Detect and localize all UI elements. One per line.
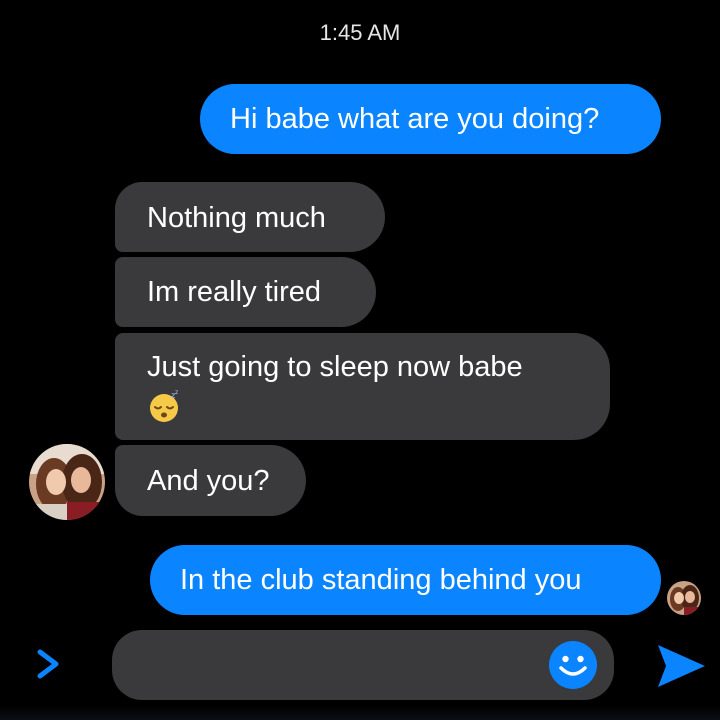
svg-text:z: z <box>175 390 178 396</box>
message-text: In the club standing behind you <box>180 564 582 596</box>
send-icon[interactable] <box>655 642 707 690</box>
sleeping-face-emoji-icon: z z <box>150 390 178 422</box>
bottom-bar-edge <box>0 706 720 720</box>
outgoing-message-bubble[interactable]: In the club standing behind you <box>150 545 661 615</box>
message-input[interactable] <box>112 630 614 700</box>
message-text: Im really tired <box>147 276 322 308</box>
message-text: Nothing much <box>147 202 326 234</box>
message-text: Hi babe what are you doing? <box>230 103 600 135</box>
message-text: Just going to sleep now babe <box>147 351 523 383</box>
read-receipt-avatar <box>667 581 701 615</box>
chevron-right-icon[interactable] <box>30 644 66 684</box>
incoming-message-bubble[interactable]: Im really tired <box>115 257 376 327</box>
read-receipt-photo <box>667 581 701 615</box>
incoming-message-bubble[interactable]: And you? <box>115 445 306 516</box>
avatar-photo <box>29 444 105 520</box>
message-timestamp: 1:45 AM <box>319 20 401 45</box>
incoming-message-bubble[interactable]: Nothing much <box>115 182 385 252</box>
smiley-icon[interactable] <box>548 640 598 690</box>
contact-avatar[interactable] <box>29 444 105 520</box>
outgoing-message-bubble[interactable]: Hi babe what are you doing? <box>200 84 661 154</box>
incoming-message-bubble[interactable]: Just going to sleep now babe z z <box>115 333 610 440</box>
message-text: And you? <box>147 465 270 497</box>
